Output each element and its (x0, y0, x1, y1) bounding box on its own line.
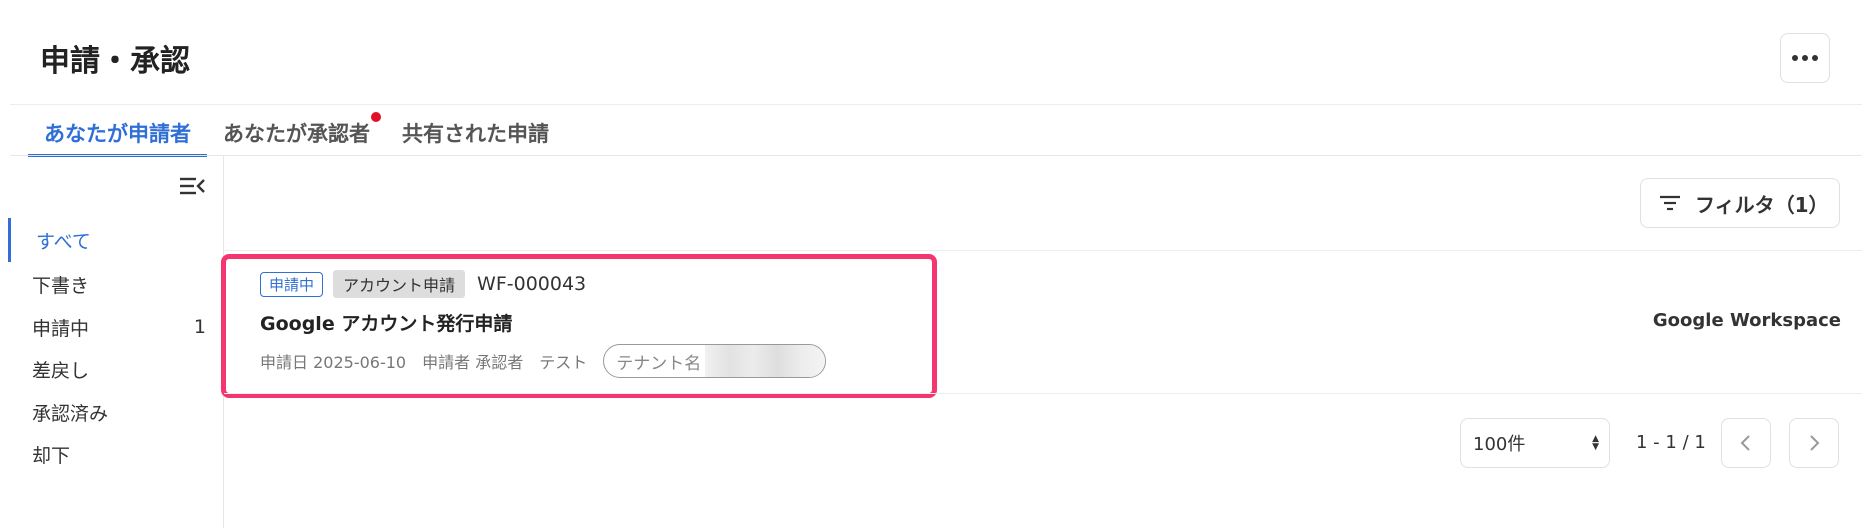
list-divider (224, 393, 1862, 394)
page-title: 申請・承認 (40, 44, 190, 79)
chevron-left-icon (1740, 435, 1750, 451)
sidebar-item-label: 却下 (32, 444, 71, 467)
tab-label: あなたが申請者 (44, 122, 191, 146)
sidebar-item-draft[interactable]: 下書き (8, 262, 224, 306)
filter-button[interactable]: フィルタ（1） (1640, 178, 1840, 228)
more-options-button[interactable] (1780, 33, 1830, 83)
sidebar: すべて 下書き 申請中 1 差戻し 承認済み 却下 (8, 156, 224, 528)
sidebar-item-approved[interactable]: 承認済み (8, 390, 224, 434)
sidebar-item-rejected[interactable]: 却下 (8, 432, 224, 476)
next-page-button[interactable] (1789, 418, 1839, 468)
collapse-sidebar-icon[interactable] (178, 174, 206, 198)
sidebar-item-label: 差戻し (32, 359, 90, 382)
more-dot-icon (1812, 55, 1818, 61)
chevron-right-icon (1810, 435, 1820, 451)
notification-dot-icon (371, 112, 381, 122)
pagination-range: 1 - 1 / 1 (1636, 432, 1706, 453)
main-content: フィルタ（1） 申請中 アカウント申請 WF-000043 Google アカウ… (221, 156, 1870, 528)
highlight-box (221, 254, 937, 398)
more-dot-icon (1792, 55, 1798, 61)
tab-you-approver[interactable]: あなたが承認者 (207, 112, 386, 156)
sidebar-item-count: 1 (193, 316, 206, 338)
more-dot-icon (1802, 55, 1808, 61)
tab-bar: あなたが申請者 あなたが承認者 共有された申請 (28, 112, 565, 157)
tab-you-applicant[interactable]: あなたが申請者 (28, 112, 207, 157)
request-service: Google Workspace (1652, 310, 1841, 331)
sidebar-item-label: 承認済み (32, 402, 109, 425)
tab-label: 共有された申請 (402, 122, 549, 146)
tab-shared-requests[interactable]: 共有された申請 (386, 112, 565, 156)
tab-label: あなたが承認者 (223, 122, 370, 146)
prev-page-button[interactable] (1721, 418, 1771, 468)
header-divider (10, 104, 1862, 105)
filter-label: フィルタ（1） (1695, 192, 1829, 217)
select-arrows-icon: ▲ ▼ (1592, 434, 1599, 452)
filter-icon (1660, 195, 1680, 211)
per-page-select[interactable]: 100件 ▲ ▼ (1460, 418, 1610, 468)
sidebar-item-label: すべて (36, 230, 91, 253)
per-page-value: 100件 (1473, 434, 1526, 455)
sidebar-item-returned[interactable]: 差戻し (8, 347, 224, 391)
list-divider (224, 250, 1862, 251)
sidebar-item-label: 下書き (32, 274, 90, 297)
sidebar-item-pending[interactable]: 申請中 1 (8, 305, 224, 349)
sidebar-item-all[interactable]: すべて (8, 218, 224, 262)
sidebar-item-label: 申請中 (32, 317, 90, 340)
